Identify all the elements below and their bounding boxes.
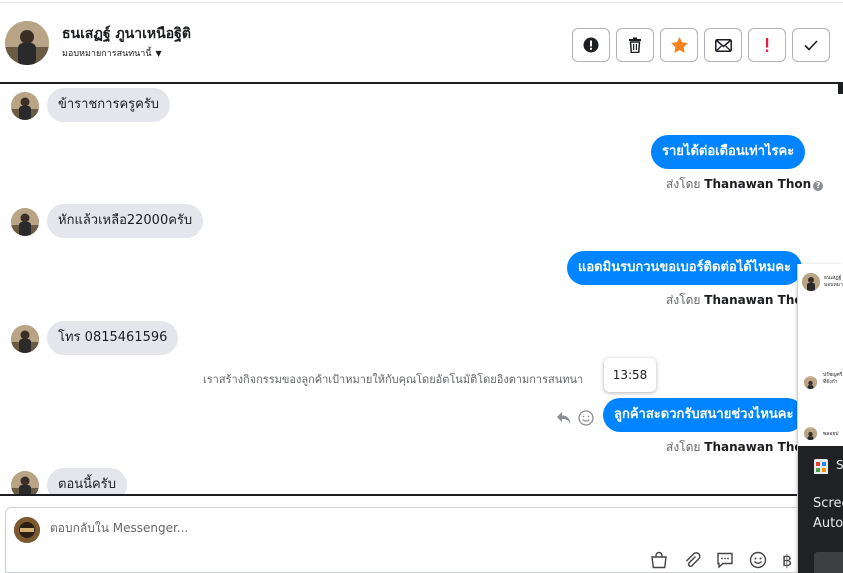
panel-sub: มอบหมาย <box>824 282 843 288</box>
envelope-icon <box>714 38 732 52</box>
contact-avatar-small <box>11 92 39 120</box>
alert-circle-icon <box>583 37 599 53</box>
contact-name[interactable]: ธนเสฏฐ์ ภูนาเหนือฐิติ <box>62 23 191 45</box>
app-logo-icon <box>814 459 828 474</box>
outgoing-message[interactable]: ลูกค้าสะดวกรับสนายช่วงไหนคะ <box>603 398 805 432</box>
sent-by-label: ส่งโดย Thanawan Thon? <box>666 175 824 194</box>
contact-avatar[interactable] <box>5 21 49 65</box>
reply-icon <box>557 412 571 424</box>
message-hover-tools <box>556 410 594 426</box>
conversation-header: ธนเสฏฐ์ ภูนาเหนือฐิติ มอบหมายการสนทนานี้… <box>0 3 843 82</box>
mark-done-button[interactable] <box>792 28 830 62</box>
shop-bag-icon[interactable] <box>650 551 670 571</box>
reply-input[interactable] <box>50 521 650 535</box>
sent-by-label: ส่งโดย Thanawan Thon <box>666 438 811 457</box>
overlapping-side-panel[interactable]: ธนเสฏฐ์ มอบหมาย ปรัชญศรี ที่ยังกำ พลอยป … <box>797 264 843 573</box>
panel-avatar <box>802 273 820 291</box>
contact-avatar-small <box>11 325 39 353</box>
contact-avatar-small <box>11 471 39 494</box>
delete-button[interactable] <box>616 28 654 62</box>
sender-name: Thanawan Thon <box>704 293 812 307</box>
sent-by-label: ส่งโดย Thanawan Thon <box>666 291 811 310</box>
system-note: เราสร้างกิจกรรมของลูกค้าเป้าหมายให้กับคุ… <box>203 373 584 386</box>
panel-avatar <box>804 427 817 440</box>
sent-by-prefix: ส่งโดย <box>666 293 701 307</box>
sender-name: Thanawan Thon <box>704 440 812 454</box>
timestamp-tooltip: 13:58 <box>604 358 656 392</box>
page-avatar <box>14 517 40 543</box>
outgoing-message[interactable]: รายได้ต่อเดือนเท่าไรคะ <box>651 135 806 169</box>
inbox-conversation-view: ธนเสฏฐ์ ภูนาเหนือฐิติ มอบหมายการสนทนานี้… <box>0 0 843 573</box>
assign-label: มอบหมายการสนทนานี้ <box>62 49 152 59</box>
conversation-actions <box>572 28 830 62</box>
outgoing-message[interactable]: แอดมินรบกวนขอเบอร์ติดต่อได้ไหมคะ <box>567 251 803 285</box>
emoji-react-icon <box>578 410 594 426</box>
popup-line: Scree <box>813 496 843 511</box>
assign-conversation-dropdown[interactable]: มอบหมายการสนทนานี้ ▼ <box>62 46 162 60</box>
mark-unread-button[interactable] <box>704 28 742 62</box>
exclamation-icon <box>766 38 769 52</box>
follow-up-button[interactable] <box>748 28 786 62</box>
incoming-message[interactable]: ข้าราชการครูครับ <box>47 88 171 122</box>
composer-toolbar: ฿ <box>650 551 802 571</box>
panel-text: พลอยป <box>823 431 839 437</box>
attachment-icon[interactable] <box>683 551 703 571</box>
mark-spam-button[interactable] <box>572 28 610 62</box>
message-list[interactable]: ข้าราชการครูครับ รายได้ต่อเดือนเท่าไรคะ … <box>0 84 843 494</box>
incoming-message[interactable]: หักแล้วเหลือ22000ครับ <box>47 204 204 238</box>
sent-by-prefix: ส่งโดย <box>666 177 701 191</box>
panel-avatar <box>804 376 817 389</box>
incoming-message[interactable]: ตอนนี้ครับ <box>47 468 127 494</box>
incoming-message[interactable]: โทร 0815461596 <box>47 321 179 355</box>
popup-button[interactable] <box>814 552 843 573</box>
trash-icon <box>629 37 641 53</box>
composer-divider <box>0 494 843 496</box>
reply-composer: ฿ <box>5 507 805 573</box>
contact-avatar-small <box>11 208 39 236</box>
panel-text: ที่ยังกำ <box>823 379 838 385</box>
sent-by-prefix: ส่งโดย <box>666 440 701 454</box>
sender-name: Thanawan Thon <box>704 177 812 191</box>
question-icon[interactable]: ? <box>813 181 824 191</box>
popup-line: Auto <box>813 516 843 531</box>
caret-down-icon: ▼ <box>155 48 162 58</box>
star-icon <box>670 37 688 53</box>
emoji-icon[interactable] <box>749 551 769 571</box>
popup-title: S <box>836 458 843 472</box>
star-button[interactable] <box>660 28 698 62</box>
check-icon <box>804 39 818 51</box>
saved-reply-icon[interactable] <box>716 551 736 571</box>
